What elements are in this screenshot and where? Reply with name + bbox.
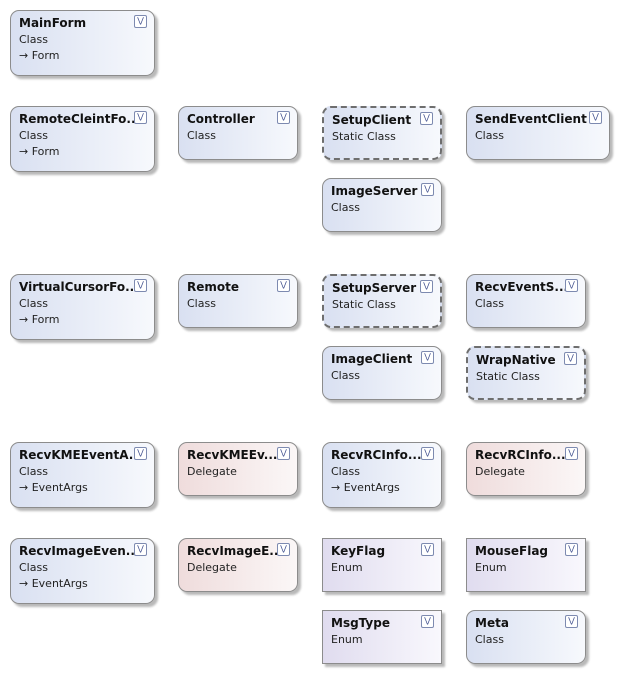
shape-kind: Delegate: [475, 465, 525, 478]
shape-kind: Class: [331, 369, 360, 382]
shape-name: RecvImageEven...: [19, 544, 140, 558]
shape-class[interactable]: VirtualCursorFo... Class → Form ⋁: [10, 274, 155, 340]
expand-toggle-icon[interactable]: ⋁: [277, 111, 290, 124]
shape-base-type: → Form: [19, 49, 60, 62]
expand-toggle-icon[interactable]: ⋁: [277, 279, 290, 292]
expand-toggle-icon[interactable]: ⋁: [564, 352, 577, 365]
shape-static[interactable]: WrapNative Static Class ⋁: [466, 346, 586, 400]
shape-kind: Enum: [331, 561, 363, 574]
shape-name: RecvRCInfo...: [475, 448, 566, 462]
shape-name: KeyFlag: [331, 544, 386, 558]
expand-toggle-icon[interactable]: ⋁: [589, 111, 602, 124]
shape-class[interactable]: RemoteCleintFo... Class → Form ⋁: [10, 106, 155, 172]
shape-kind: Delegate: [187, 561, 237, 574]
expand-toggle-icon[interactable]: ⋁: [134, 543, 147, 556]
shape-enum[interactable]: MsgType Enum ⋁: [322, 610, 442, 664]
shape-name: Remote: [187, 280, 240, 294]
shape-name: MouseFlag: [475, 544, 549, 558]
shape-name: SetupClient: [332, 113, 412, 127]
shape-name: Meta: [475, 616, 509, 630]
expand-toggle-icon[interactable]: ⋁: [421, 615, 434, 628]
shape-enum[interactable]: KeyFlag Enum ⋁: [322, 538, 442, 592]
expand-toggle-icon[interactable]: ⋁: [421, 351, 434, 364]
expand-toggle-icon[interactable]: ⋁: [565, 615, 578, 628]
shape-base-type: → Form: [19, 145, 60, 158]
shape-base-type: → EventArgs: [19, 481, 88, 494]
shape-delegate[interactable]: RecvRCInfo... Delegate ⋁: [466, 442, 586, 496]
shape-name: ImageServer: [331, 184, 418, 198]
shape-name: Controller: [187, 112, 255, 126]
expand-toggle-icon[interactable]: ⋁: [134, 111, 147, 124]
shape-kind: Class: [19, 561, 48, 574]
expand-toggle-icon[interactable]: ⋁: [277, 447, 290, 460]
shape-kind: Class: [475, 129, 504, 142]
shape-kind: Class: [19, 33, 48, 46]
shape-name: RecvEventS...: [475, 280, 569, 294]
shape-class[interactable]: RecvRCInfo... Class → EventArgs ⋁: [322, 442, 442, 508]
shape-class[interactable]: SendEventClient Class ⋁: [466, 106, 610, 160]
shape-kind: Class: [19, 465, 48, 478]
shape-name: RecvImageE...: [187, 544, 283, 558]
shape-kind: Class: [19, 297, 48, 310]
shape-kind: Class: [187, 297, 216, 310]
shape-name: SetupServer: [332, 281, 417, 295]
shape-delegate[interactable]: RecvImageE... Delegate ⋁: [178, 538, 298, 592]
shape-class[interactable]: ImageClient Class ⋁: [322, 346, 442, 400]
shape-kind: Class: [187, 129, 216, 142]
shape-name: RecvRCInfo...: [331, 448, 422, 462]
shape-name: MsgType: [331, 616, 390, 630]
shape-delegate[interactable]: RecvKMEEv... Delegate ⋁: [178, 442, 298, 496]
expand-toggle-icon[interactable]: ⋁: [420, 280, 433, 293]
shape-name: VirtualCursorFo...: [19, 280, 139, 294]
shape-base-type: → Form: [19, 313, 60, 326]
expand-toggle-icon[interactable]: ⋁: [565, 279, 578, 292]
shape-class[interactable]: MainForm Class → Form ⋁: [10, 10, 155, 76]
shape-name: WrapNative: [476, 353, 556, 367]
shape-name: ImageClient: [331, 352, 413, 366]
shape-kind: Class: [331, 465, 360, 478]
shape-kind: Enum: [475, 561, 507, 574]
shape-kind: Static Class: [332, 298, 396, 311]
expand-toggle-icon[interactable]: ⋁: [134, 447, 147, 460]
shape-name: RemoteCleintFo...: [19, 112, 141, 126]
shape-class[interactable]: Controller Class ⋁: [178, 106, 298, 160]
shape-name: SendEventClient: [475, 112, 587, 126]
expand-toggle-icon[interactable]: ⋁: [565, 543, 578, 556]
shape-name: RecvKMEEv...: [187, 448, 278, 462]
shape-kind: Class: [475, 297, 504, 310]
shape-base-type: → EventArgs: [19, 577, 88, 590]
shape-kind: Static Class: [476, 370, 540, 383]
expand-toggle-icon[interactable]: ⋁: [421, 543, 434, 556]
shape-static[interactable]: SetupClient Static Class ⋁: [322, 106, 442, 160]
shape-class[interactable]: Meta Class ⋁: [466, 610, 586, 664]
expand-toggle-icon[interactable]: ⋁: [421, 447, 434, 460]
expand-toggle-icon[interactable]: ⋁: [420, 112, 433, 125]
shape-name: MainForm: [19, 16, 87, 30]
shape-static[interactable]: SetupServer Static Class ⋁: [322, 274, 442, 328]
shape-base-type: → EventArgs: [331, 481, 400, 494]
shape-kind: Delegate: [187, 465, 237, 478]
shape-class[interactable]: RecvImageEven... Class → EventArgs ⋁: [10, 538, 155, 604]
shape-kind: Class: [475, 633, 504, 646]
expand-toggle-icon[interactable]: ⋁: [277, 543, 290, 556]
shape-name: RecvKMEEventA...: [19, 448, 143, 462]
shape-enum[interactable]: MouseFlag Enum ⋁: [466, 538, 586, 592]
shape-kind: Class: [19, 129, 48, 142]
shape-class[interactable]: ImageServer Class ⋁: [322, 178, 442, 232]
shape-class[interactable]: RecvKMEEventA... Class → EventArgs ⋁: [10, 442, 155, 508]
shape-kind: Static Class: [332, 130, 396, 143]
shape-kind: Class: [331, 201, 360, 214]
expand-toggle-icon[interactable]: ⋁: [421, 183, 434, 196]
expand-toggle-icon[interactable]: ⋁: [134, 15, 147, 28]
shape-class[interactable]: Remote Class ⋁: [178, 274, 298, 328]
expand-toggle-icon[interactable]: ⋁: [134, 279, 147, 292]
expand-toggle-icon[interactable]: ⋁: [565, 447, 578, 460]
shape-kind: Enum: [331, 633, 363, 646]
shape-class[interactable]: RecvEventS... Class ⋁: [466, 274, 586, 328]
